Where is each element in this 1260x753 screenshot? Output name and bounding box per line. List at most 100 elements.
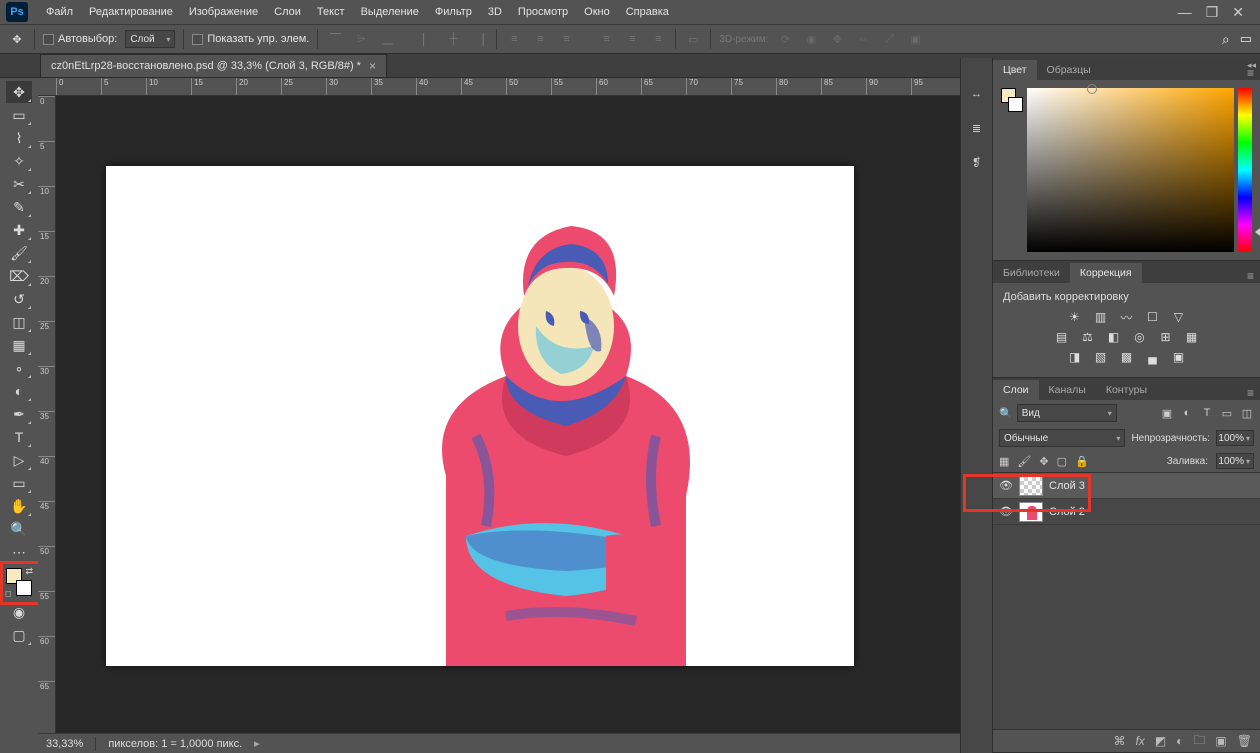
delete-layer-icon[interactable]: 🗑 xyxy=(1237,734,1252,748)
edit-toolbar[interactable]: ⋯ xyxy=(6,541,32,563)
new-group-icon[interactable]: 🗀 xyxy=(1193,731,1205,752)
close-tab-icon[interactable]: × xyxy=(369,59,376,73)
layer-row[interactable]: 👁 Слой 2 xyxy=(993,499,1260,525)
default-colors-icon[interactable]: ◻ xyxy=(5,589,12,598)
color-lookup-icon[interactable]: ▦ xyxy=(1183,329,1201,345)
layer-style-icon[interactable]: fx xyxy=(1135,734,1144,748)
new-layer-icon[interactable]: ▣ xyxy=(1215,734,1226,748)
distribute-top-icon[interactable]: ≡ xyxy=(505,30,523,48)
levels-icon[interactable]: ▥ xyxy=(1092,309,1110,325)
canvas-viewport[interactable] xyxy=(56,96,960,733)
add-mask-icon[interactable]: ◩ xyxy=(1155,734,1166,748)
swap-colors-icon[interactable]: ⇄ xyxy=(25,566,33,577)
new-adjustment-icon[interactable]: ◐ xyxy=(1176,734,1183,748)
dodge-tool[interactable]: ◐ xyxy=(6,380,32,402)
opacity-value[interactable]: 100% xyxy=(1216,430,1254,446)
tab-channels[interactable]: Каналы xyxy=(1039,380,1096,400)
photo-filter-icon[interactable]: ◎ xyxy=(1131,329,1149,345)
clone-stamp-tool[interactable]: ⌦ xyxy=(6,265,32,287)
history-panel-icon[interactable]: ↔ xyxy=(967,84,987,104)
canvas[interactable] xyxy=(106,166,854,666)
filter-kind-icon[interactable]: 🔍 xyxy=(999,407,1013,420)
tab-paths[interactable]: Контуры xyxy=(1096,380,1157,400)
brush-tool[interactable]: 🖌 xyxy=(6,242,32,264)
screen-mode-toggle[interactable]: ▢ xyxy=(6,624,32,646)
curves-icon[interactable]: 〰 xyxy=(1118,309,1136,325)
show-transform-controls-checkbox[interactable]: Показать упр. элем. xyxy=(192,33,309,45)
filter-smart-icon[interactable]: ◫ xyxy=(1240,406,1254,420)
blend-mode-select[interactable]: Обычные xyxy=(999,429,1125,447)
window-close-icon[interactable]: ✕ xyxy=(1232,4,1244,21)
align-hcenter-icon[interactable]: ┼ xyxy=(444,30,462,48)
window-restore-icon[interactable]: ❐ xyxy=(1206,4,1219,21)
exposure-icon[interactable]: ☐ xyxy=(1144,309,1162,325)
eraser-tool[interactable]: ◫ xyxy=(6,311,32,333)
hue-sat-icon[interactable]: ▤ xyxy=(1053,329,1071,345)
search-icon[interactable]: ⌕ xyxy=(1222,31,1230,48)
eyedropper-tool[interactable]: ✎ xyxy=(6,196,32,218)
filter-shape-icon[interactable]: ▭ xyxy=(1220,406,1234,420)
gradient-map-icon[interactable]: ▄ xyxy=(1144,349,1162,365)
magic-wand-tool[interactable]: ✧ xyxy=(6,150,32,172)
type-tool[interactable]: T xyxy=(6,426,32,448)
black-white-icon[interactable]: ◧ xyxy=(1105,329,1123,345)
character-panel-icon[interactable]: ❡ xyxy=(967,152,987,172)
filter-adjust-icon[interactable]: ◐ xyxy=(1180,406,1194,420)
properties-panel-icon[interactable]: ≣ xyxy=(967,118,987,138)
threshold-icon[interactable]: ▩ xyxy=(1118,349,1136,365)
ruler-horizontal[interactable]: 05101520253035404550556065707580859095 xyxy=(38,78,960,96)
lasso-tool[interactable]: ⌇ xyxy=(6,127,32,149)
healing-brush-tool[interactable]: ✚ xyxy=(6,219,32,241)
color-balance-icon[interactable]: ⚖ xyxy=(1079,329,1097,345)
hue-slider[interactable] xyxy=(1238,88,1252,252)
menu-type[interactable]: Текст xyxy=(309,0,353,24)
marquee-tool[interactable]: ▭ xyxy=(6,104,32,126)
channel-mixer-icon[interactable]: ⊞ xyxy=(1157,329,1175,345)
tab-color[interactable]: Цвет xyxy=(993,60,1037,80)
menu-file[interactable]: Файл xyxy=(38,0,81,24)
layer-row[interactable]: 👁 Слой 3 xyxy=(993,473,1260,499)
foreground-background-swatch[interactable]: ⇄ ◻ xyxy=(6,568,32,596)
distribute-left-icon[interactable]: ≡ xyxy=(597,30,615,48)
tab-adjustments[interactable]: Коррекция xyxy=(1070,263,1142,283)
layer-name[interactable]: Слой 2 xyxy=(1049,506,1085,518)
lock-pixels-icon[interactable]: 🖌 xyxy=(1017,455,1031,468)
align-right-icon[interactable]: ▕ xyxy=(470,30,488,48)
link-layers-icon[interactable]: ⌘ xyxy=(1113,734,1125,748)
history-brush-tool[interactable]: ↺ xyxy=(6,288,32,310)
layer-thumbnail[interactable] xyxy=(1019,476,1043,496)
panel-bg-color[interactable] xyxy=(1008,97,1023,112)
document-info[interactable]: пикселов: 1 = 1,0000 пикс. xyxy=(108,738,242,750)
menu-help[interactable]: Справка xyxy=(618,0,677,24)
fill-value[interactable]: 100% xyxy=(1216,453,1254,469)
background-color[interactable] xyxy=(16,580,32,596)
collapse-dock-icon[interactable]: ◂◂ xyxy=(1247,60,1256,71)
move-tool[interactable]: ✥ xyxy=(6,81,32,103)
color-fgbg-swatch[interactable] xyxy=(1001,88,1023,112)
filter-type-icon[interactable]: T xyxy=(1200,406,1214,420)
lock-artboard-icon[interactable]: ▢ xyxy=(1057,455,1067,468)
ruler-vertical[interactable]: 05101520253035404550556065 xyxy=(38,96,56,733)
menu-window[interactable]: Окно xyxy=(576,0,618,24)
panel-menu-icon[interactable]: ≡ xyxy=(1241,269,1260,283)
posterize-icon[interactable]: ▧ xyxy=(1092,349,1110,365)
autoselect-target-select[interactable]: Слой xyxy=(125,30,175,48)
tab-layers[interactable]: Слои xyxy=(993,380,1039,400)
menu-image[interactable]: Изображение xyxy=(181,0,266,24)
workspace-switcher-icon[interactable]: ▭ xyxy=(1240,31,1252,47)
document-tab[interactable]: cz0nEtLrp28-восстановлено.psd @ 33,3% (С… xyxy=(40,54,387,77)
panel-menu-icon[interactable]: ≡ xyxy=(1241,386,1260,400)
pen-tool[interactable]: ✒ xyxy=(6,403,32,425)
menu-select[interactable]: Выделение xyxy=(353,0,427,24)
window-minimize-icon[interactable]: — xyxy=(1178,4,1192,21)
lock-position-icon[interactable]: ✥ xyxy=(1039,455,1048,468)
menu-view[interactable]: Просмотр xyxy=(510,0,576,24)
tab-libraries[interactable]: Библиотеки xyxy=(993,263,1070,283)
distribute-right-icon[interactable]: ≡ xyxy=(649,30,667,48)
gradient-tool[interactable]: ▦ xyxy=(6,334,32,356)
blur-tool[interactable]: ∘ xyxy=(6,357,32,379)
align-bottom-icon[interactable]: ⎽ xyxy=(378,30,396,48)
shape-tool[interactable]: ▭ xyxy=(6,472,32,494)
visibility-toggle-icon[interactable]: 👁 xyxy=(999,479,1013,492)
path-selection-tool[interactable]: ▷ xyxy=(6,449,32,471)
